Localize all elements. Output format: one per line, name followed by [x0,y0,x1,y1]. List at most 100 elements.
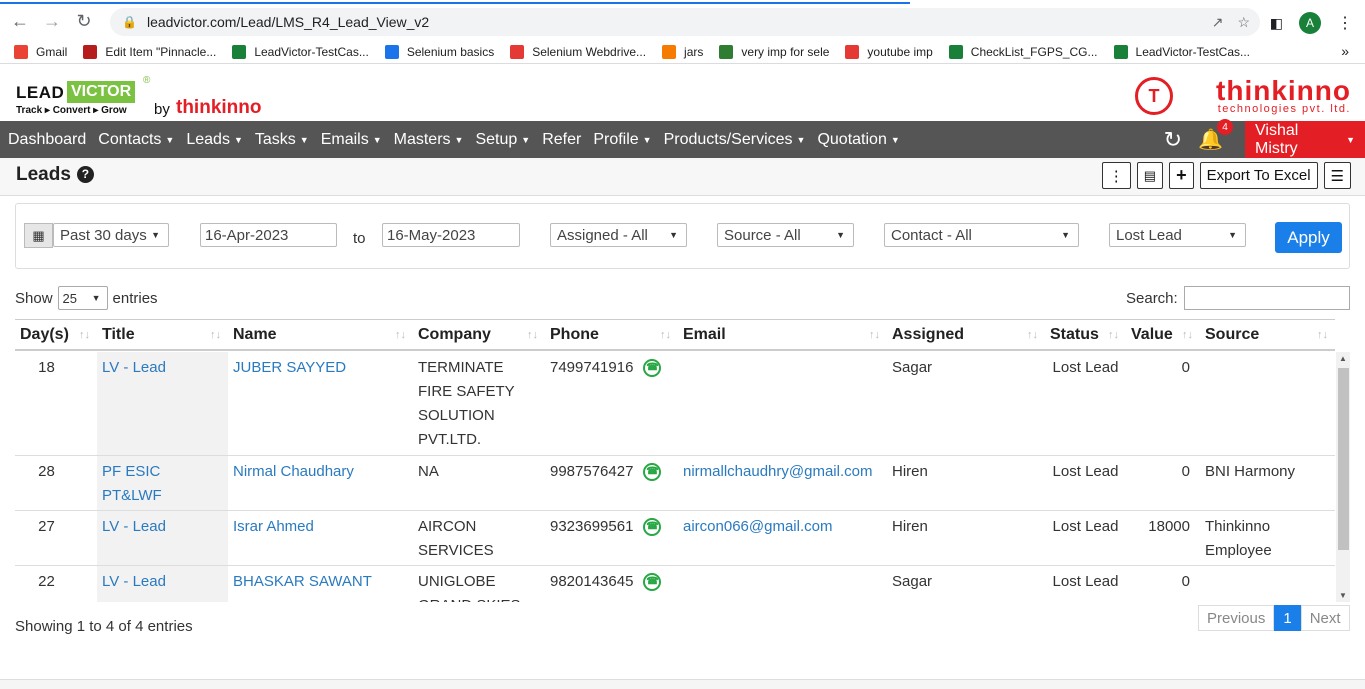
browser-menu-icon[interactable]: ⋮ [1337,13,1353,33]
nav-item-leads[interactable]: Leads ▼ [180,121,249,158]
previous-page-button[interactable]: Previous [1198,605,1275,631]
search-input[interactable] [1183,286,1350,310]
help-icon[interactable]: ? [76,165,94,183]
cell-email[interactable]: aircon066@gmail.com [678,511,887,565]
nav-item-tasks[interactable]: Tasks ▼ [249,121,315,158]
column-header[interactable]: Title ↑↓ [97,320,228,350]
column-header[interactable]: Day(s) ↑↓ [15,320,97,350]
cell-assigned: Hiren [887,456,1045,510]
nav-item-emails[interactable]: Emails ▼ [315,121,388,158]
nav-item-products-services[interactable]: Products/Services ▼ [658,121,812,158]
scrollbar-thumb[interactable] [1338,368,1349,550]
sync-icon[interactable]: ↻ [1164,127,1182,153]
address-bar[interactable]: 🔒 leadvictor.com/Lead/LMS_R4_Lead_View_v… [110,8,1260,36]
table-row[interactable]: 18 LV - Lead JUBER SAYYED TERMINATE FIRE SA… [15,352,1335,456]
date-range-select[interactable]: Past 30 days ▼ [53,223,169,247]
assigned-select[interactable]: Assigned - All ▼ [550,223,687,247]
profile-avatar[interactable]: A [1299,12,1321,34]
bookmark-star-icon[interactable]: ☆ [1237,14,1250,31]
table-row[interactable]: 22 LV - Lead BHASKAR SAWANT UNIGLOBE GRAND … [15,566,1335,602]
bookmark-item[interactable]: CheckList_FGPS_CG... [948,44,1098,59]
cell-name[interactable]: BHASKAR SAWANT [228,566,413,602]
url-text[interactable]: leadvictor.com/Lead/LMS_R4_Lead_View_v2 [147,14,429,30]
source-select[interactable]: Source - All ▼ [717,223,854,247]
scroll-down-icon[interactable]: ▼ [1339,591,1347,600]
from-date-input[interactable]: 16-Apr-2023 [200,223,337,247]
scroll-up-icon[interactable]: ▲ [1339,354,1347,363]
column-header[interactable]: Company ↑↓ [413,320,545,350]
whatsapp-icon[interactable]: ☎ [643,518,662,536]
cell-name-text[interactable]: BHASKAR SAWANT [233,573,372,590]
add-lead-button[interactable]: + [1169,162,1194,189]
whatsapp-icon[interactable]: ☎ [643,359,662,377]
page-1-button[interactable]: 1 [1274,605,1301,631]
next-page-button[interactable]: Next [1300,605,1350,631]
column-header[interactable]: Value ↑↓ [1126,320,1200,350]
nav-item-dashboard[interactable]: Dashboard [2,121,92,158]
reload-icon[interactable]: ↻ [72,9,96,33]
cell-title[interactable]: LV - Lead [97,511,228,565]
status-select[interactable]: Lost Lead ▼ [1109,223,1246,247]
back-arrow-icon[interactable]: ← [8,9,32,33]
cell-email-text[interactable]: nirmallchaudhry@gmail.com [683,463,872,480]
share-icon[interactable]: ↗ [1212,14,1224,31]
cell-title[interactable]: LV - Lead [97,352,228,455]
bookmarks-overflow-icon[interactable]: » [1341,43,1349,59]
apply-button[interactable]: Apply [1275,222,1342,253]
nav-item-profile[interactable]: Profile ▼ [587,121,657,158]
cell-title-text[interactable]: LV - Lead [102,573,166,590]
cell-title[interactable]: PF ESIC PT&LWF [97,456,228,510]
nav-item-contacts[interactable]: Contacts ▼ [92,121,180,158]
cell-email-text[interactable]: aircon066@gmail.com [683,518,832,535]
bookmark-item[interactable]: jars [662,44,703,59]
to-date-input[interactable]: 16-May-2023 [382,223,520,247]
bookmark-item[interactable]: Gmail [14,44,67,59]
bookmark-item[interactable]: youtube imp [845,44,933,59]
column-header[interactable]: Source ↑↓ [1200,320,1335,350]
cell-name[interactable]: Israr Ahmed [228,511,413,565]
nav-item-masters[interactable]: Masters ▼ [388,121,470,158]
table-row[interactable]: 28 PF ESIC PT&LWF Nirmal Chaudhary NA 998757… [15,456,1335,511]
cell-email[interactable] [678,352,887,455]
user-menu-button[interactable]: Vishal Mistry ▼ [1245,121,1365,158]
bookmark-item[interactable]: Selenium Webdrive... [510,44,646,59]
cell-name-text[interactable]: Israr Ahmed [233,518,314,535]
column-settings-button[interactable]: ☰ [1323,162,1351,189]
page-length-select[interactable]: 25 ▼ [57,286,108,310]
cell-title-text[interactable]: LV - Lead [102,518,166,535]
table-scrollbar[interactable]: ▲ ▼ [1336,352,1350,602]
cell-email[interactable] [678,566,887,602]
chart-view-button[interactable]: ▤ [1136,162,1164,189]
bookmark-item[interactable]: Edit Item "Pinnacle... [83,44,216,59]
calendar-icon[interactable]: ▦ [24,223,53,248]
nav-item-quotation[interactable]: Quotation ▼ [811,121,905,158]
column-header[interactable]: Name ↑↓ [228,320,413,350]
nav-item-refer[interactable]: Refer [536,121,587,158]
bookmark-item[interactable]: LeadVictor-TestCas... [232,44,369,59]
cell-name[interactable]: JUBER SAYYED [228,352,413,455]
cell-name[interactable]: Nirmal Chaudhary [228,456,413,510]
column-header[interactable]: Phone ↑↓ [545,320,678,350]
sidebar-toggle-icon[interactable]: ◧ [1270,15,1283,32]
column-header[interactable]: Assigned ↑↓ [887,320,1045,350]
cell-title-text[interactable]: PF ESIC PT&LWF [102,463,162,504]
export-to-excel-button[interactable]: Export To Excel [1199,162,1318,189]
column-header[interactable]: Email ↑↓ [678,320,887,350]
nav-item-setup[interactable]: Setup ▼ [469,121,536,158]
cell-title[interactable]: LV - Lead [97,566,228,602]
bookmark-item[interactable]: LeadVictor-TestCas... [1113,44,1250,59]
cell-title-text[interactable]: LV - Lead [102,359,166,376]
contact-select[interactable]: Contact - All ▼ [884,223,1079,247]
whatsapp-icon[interactable]: ☎ [643,463,662,481]
more-options-button[interactable]: ⋮ [1101,162,1131,189]
bookmark-item[interactable]: very imp for sele [719,44,829,59]
cell-email[interactable]: nirmallchaudhry@gmail.com [678,456,887,510]
cell-name-text[interactable]: JUBER SAYYED [233,359,346,376]
bookmark-item[interactable]: Selenium basics [384,44,494,59]
column-header[interactable]: Status ↑↓ [1045,320,1126,350]
cell-name-text[interactable]: Nirmal Chaudhary [233,463,354,480]
notification-bell-icon[interactable]: 🔔 4 [1198,119,1233,152]
table-row[interactable]: 27 LV - Lead Israr Ahmed AIRCON SERVICES 932… [15,511,1335,566]
whatsapp-icon[interactable]: ☎ [643,573,662,591]
forward-arrow-icon[interactable]: → [40,9,64,33]
